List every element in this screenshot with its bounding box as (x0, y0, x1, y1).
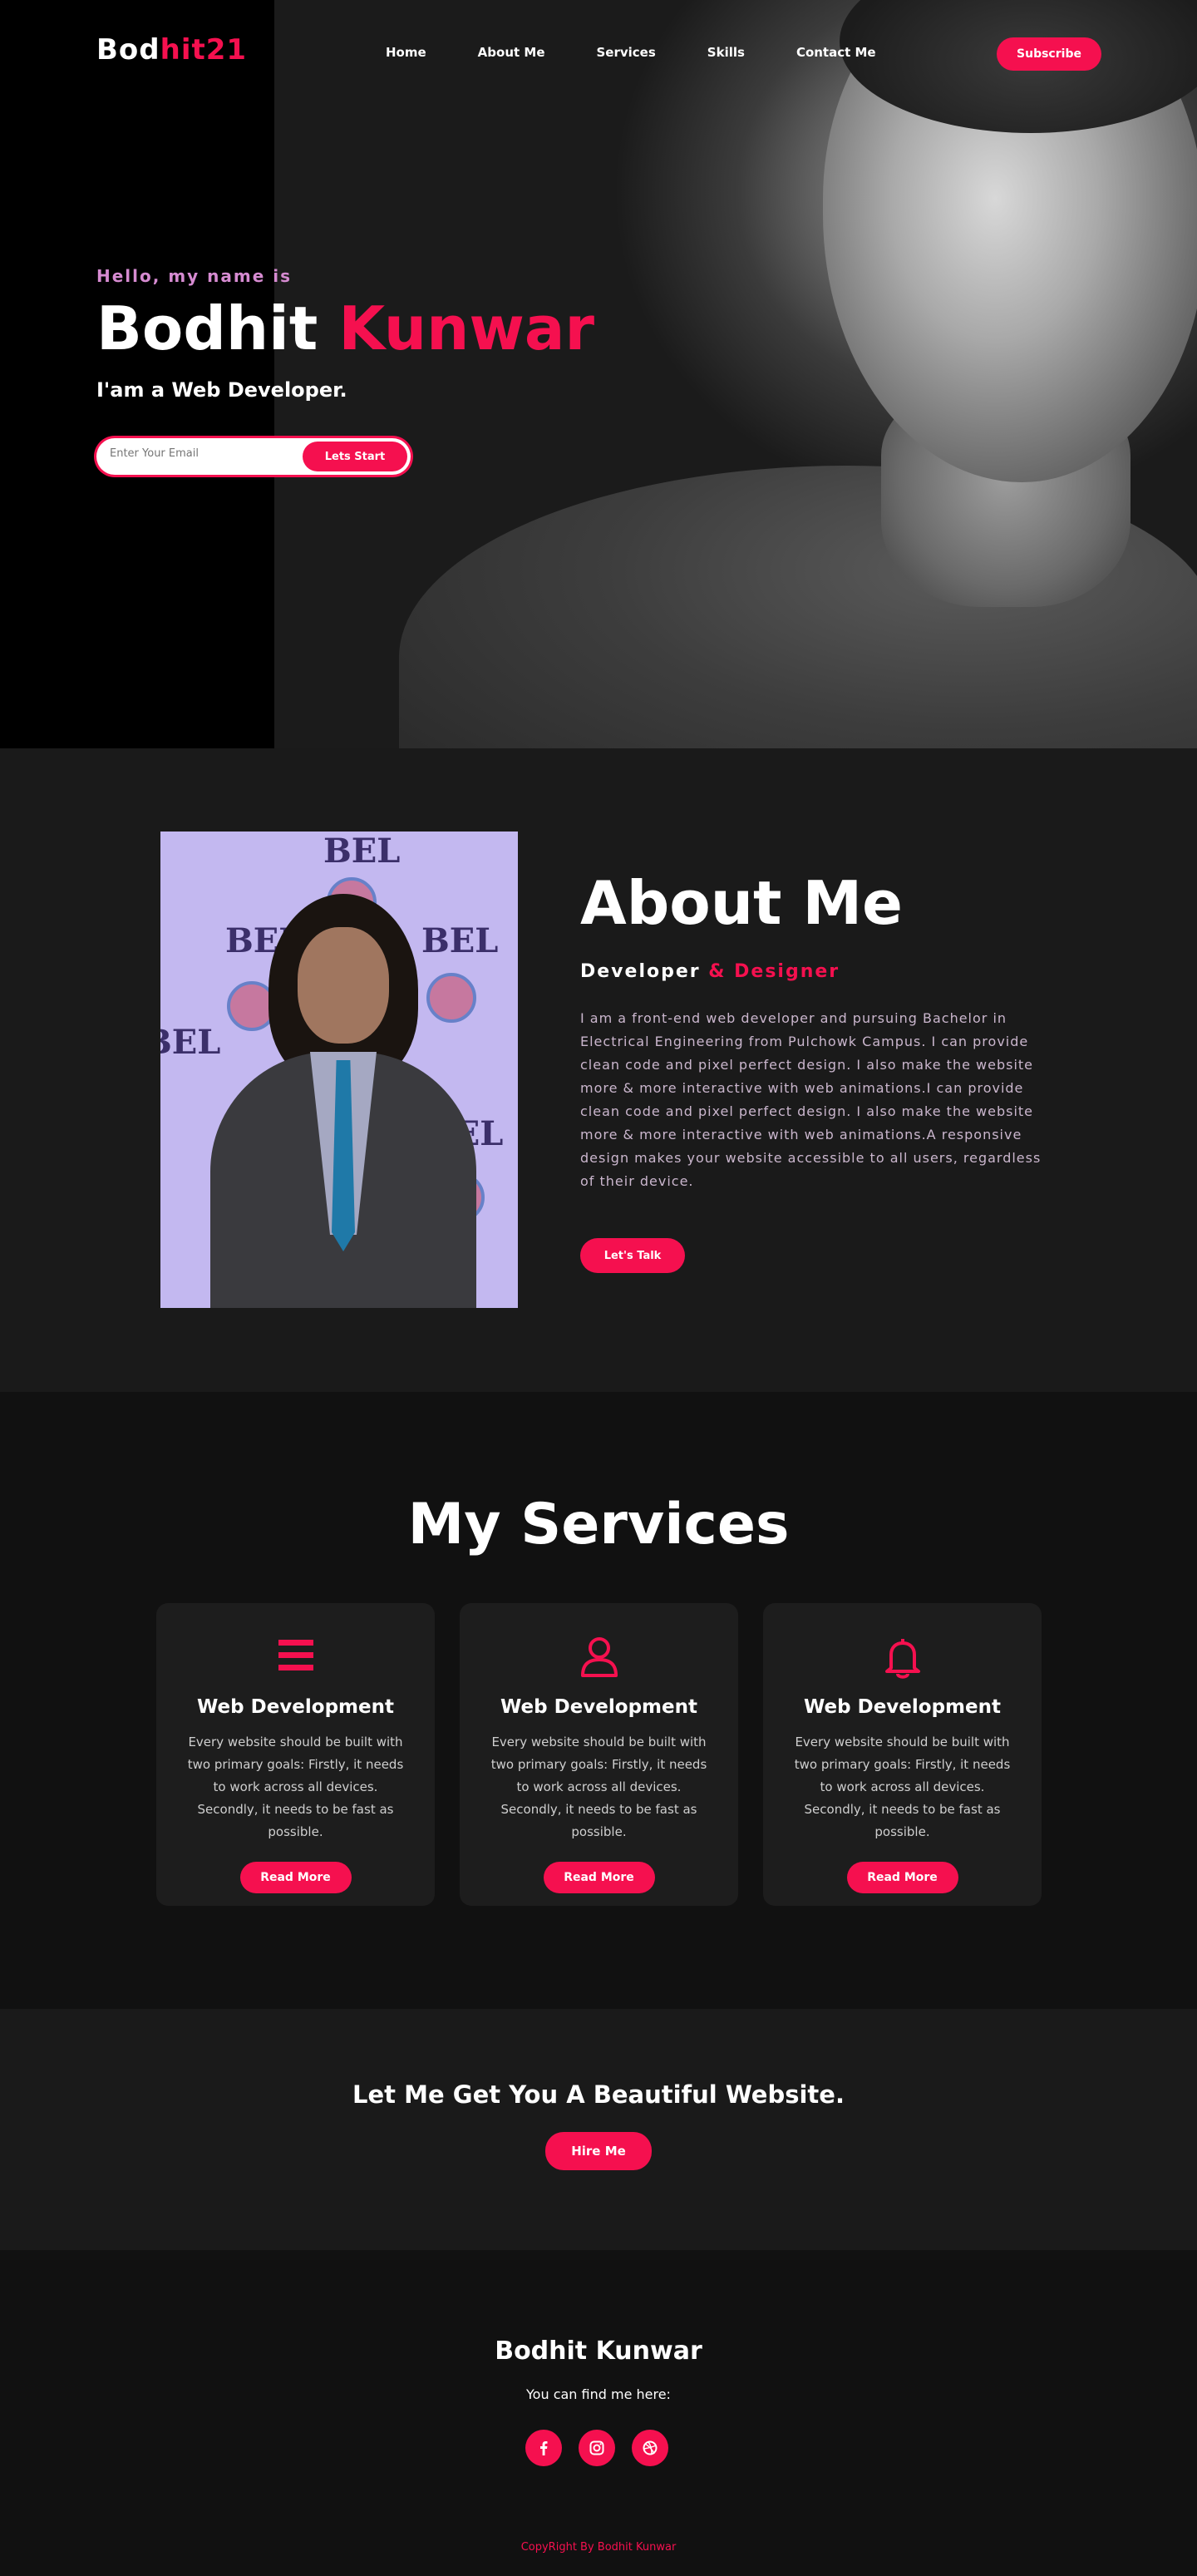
lets-start-button[interactable]: Lets Start (303, 442, 407, 472)
hero-name: Bodhit Kunwar (96, 294, 594, 363)
hire-me-button[interactable]: Hire Me (545, 2132, 652, 2170)
service-cards: Web Development Every website should be … (156, 1603, 1042, 1906)
subscribe-button[interactable]: Subscribe (997, 37, 1101, 71)
nav-about-me[interactable]: About Me (478, 45, 545, 60)
hire-section: Let Me Get You A Beautiful Website. Hire… (0, 2009, 1197, 2250)
email-signup-form: Lets Start (96, 438, 411, 476)
user-icon (580, 1636, 618, 1683)
read-more-button[interactable]: Read More (239, 1862, 352, 1893)
navbar: Bodhit21 Home About Me Services Skills C… (0, 0, 1197, 106)
social-links (525, 2430, 668, 2466)
service-description: Every website should be built with two p… (187, 1735, 404, 1839)
hero-greeting: Hello, my name is (96, 266, 293, 286)
about-role: Developer & Designer (580, 961, 1046, 982)
services-title: My Services (407, 1492, 790, 1557)
about-bio: I am a front-end web developer and pursu… (580, 1010, 1042, 1189)
service-description: Every website should be built with two p… (794, 1735, 1011, 1839)
dribbble-icon[interactable] (632, 2430, 668, 2466)
hero-tagline: I'am a Web Developer. (96, 378, 347, 402)
hire-title: Let Me Get You A Beautiful Website. (352, 2080, 845, 2109)
hero-last-name: Kunwar (338, 294, 594, 363)
service-card: Web Development Every website should be … (460, 1603, 738, 1906)
hero-intro: Hello, my name is Bodhit Kunwar I'am a W… (96, 266, 594, 476)
role-accent: & Designer (708, 961, 840, 982)
service-title: Web Development (804, 1696, 1001, 1718)
logo-accent: hit21 (160, 33, 248, 67)
nav-contact-me[interactable]: Contact Me (796, 45, 876, 60)
menu-bars-icon (277, 1636, 315, 1683)
about-title: About Me (580, 868, 903, 938)
service-title: Web Development (197, 1696, 394, 1718)
copyright-text: CopyRight By Bodhit Kunwar (520, 2541, 677, 2554)
bell-icon (884, 1636, 922, 1683)
lets-talk-button[interactable]: Let's Talk (580, 1238, 685, 1273)
nav-links: Home About Me Services Skills Contact Me (386, 45, 928, 60)
service-title: Web Development (500, 1696, 697, 1718)
nav-services[interactable]: Services (597, 45, 656, 60)
service-card: Web Development Every website should be … (763, 1603, 1042, 1906)
photo-banner-text: BEL (323, 832, 401, 871)
hero-section: Bodhit21 Home About Me Services Skills C… (0, 0, 1197, 748)
footer-find-me: You can find me here: (526, 2386, 671, 2402)
service-card: Web Development Every website should be … (156, 1603, 435, 1906)
nav-skills[interactable]: Skills (707, 45, 745, 60)
site-logo[interactable]: Bodhit21 (96, 33, 247, 67)
services-section: My Services Web Development Every websit… (0, 1392, 1197, 2009)
facebook-icon[interactable] (525, 2430, 562, 2466)
hero-first-name: Bodhit (96, 294, 318, 363)
logo-prefix: Bod (96, 33, 160, 67)
role-prefix: Developer (580, 961, 701, 982)
read-more-button[interactable]: Read More (543, 1862, 655, 1893)
person-figure (210, 894, 476, 1308)
about-content: About Me Developer & Designer I am a fro… (580, 873, 1046, 1273)
read-more-button[interactable]: Read More (846, 1862, 958, 1893)
about-section: BEL BEL BEL BEL BEL About Me Developer &… (0, 748, 1197, 1392)
email-input[interactable] (110, 447, 293, 461)
instagram-icon[interactable] (579, 2430, 615, 2466)
nav-home[interactable]: Home (386, 45, 426, 60)
service-description: Every website should be built with two p… (490, 1735, 707, 1839)
footer: Bodhit Kunwar You can find me here: Copy… (0, 2250, 1197, 2576)
about-profile-photo: BEL BEL BEL BEL BEL (160, 832, 518, 1308)
footer-name: Bodhit Kunwar (495, 2337, 702, 2366)
